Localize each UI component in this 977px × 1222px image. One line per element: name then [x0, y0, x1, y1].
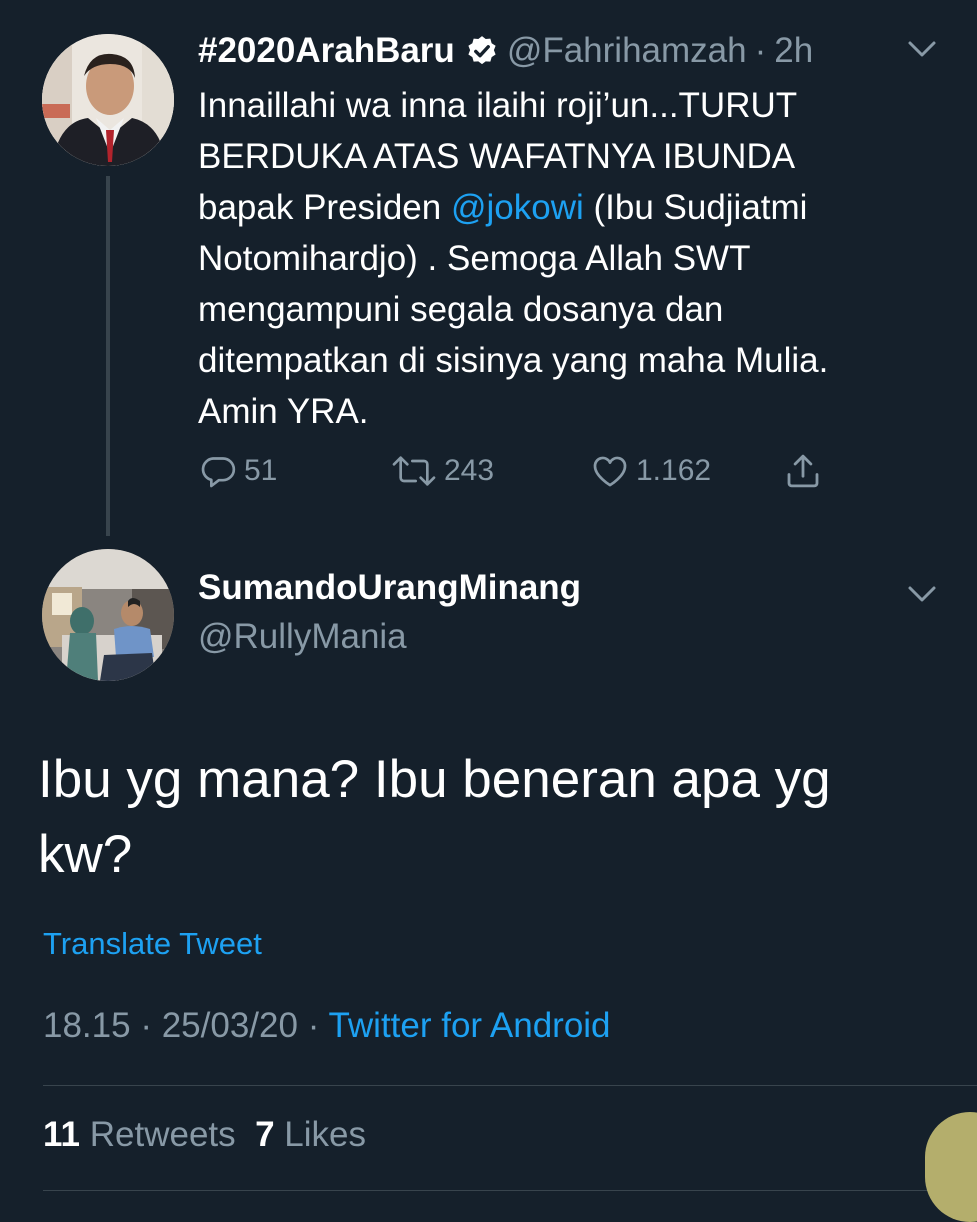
translate-tweet-link[interactable]: Translate Tweet: [43, 926, 262, 962]
retweet-count: 243: [444, 454, 495, 487]
reply-author-handle[interactable]: @RullyMania: [198, 617, 407, 657]
retweets-label: Retweets: [89, 1115, 236, 1154]
thread-connector-line: [106, 176, 110, 536]
tweet-source-link[interactable]: Twitter for Android: [328, 1006, 610, 1045]
divider: [43, 1190, 977, 1191]
verified-badge-icon: [465, 34, 499, 68]
parent-tweet-text: Innaillahi wa inna ilaihi roji’un...TURU…: [198, 80, 938, 437]
retweet-total: 11: [43, 1115, 80, 1154]
likes-stat[interactable]: 7 Likes: [255, 1115, 366, 1154]
author-handle[interactable]: @Fahrihamzah: [507, 31, 747, 71]
retweet-icon: [390, 451, 438, 491]
tweet-text-line: BERDUKA ATAS WAFATNYA IBUNDA: [198, 137, 796, 176]
engagement-stats: 11 Retweets 7 Likes: [43, 1115, 366, 1155]
retweets-stat[interactable]: 11 Retweets: [43, 1115, 236, 1154]
header-separator: ·: [754, 31, 767, 70]
tweet-text-line: ditempatkan di sisinya yang maha Mulia.: [198, 341, 829, 380]
like-count: 1.162: [636, 454, 712, 487]
tweet-text-line: Notomihardjo) . Semoga Allah SWT: [198, 239, 751, 278]
meta-separator: ·: [140, 1006, 152, 1045]
parent-tweet-header: #2020ArahBaru @Fahrihamzah · 2h: [198, 26, 813, 76]
author-avatar[interactable]: [42, 34, 174, 166]
like-total: 7: [255, 1115, 275, 1154]
share-button[interactable]: [782, 446, 824, 496]
reply-tweet-text: Ibu yg mana? Ibu beneran apa yg kw?: [38, 742, 958, 892]
tweet-text-line: Innaillahi wa inna ilaihi roji’un...TURU…: [198, 86, 798, 125]
reply-author-display-name[interactable]: SumandoUrangMinang: [198, 568, 581, 608]
reply-author-avatar[interactable]: [42, 549, 174, 681]
tweet-action-bar: 51 243 1.162: [198, 446, 838, 496]
meta-separator: ·: [307, 1006, 320, 1045]
author-display-name[interactable]: #2020ArahBaru: [198, 31, 455, 71]
retweet-button[interactable]: 243: [390, 446, 494, 496]
chevron-down-icon[interactable]: [905, 577, 939, 611]
likes-label: Likes: [284, 1115, 367, 1154]
tweet-text-line: kw?: [38, 825, 133, 884]
tweet-text-line: mengampuni segala dosanya dan: [198, 290, 724, 329]
chevron-down-icon[interactable]: [905, 32, 939, 66]
mention-link[interactable]: @jokowi: [451, 188, 584, 227]
reply-button[interactable]: 51: [198, 446, 277, 496]
tweet-text-line: Amin YRA.: [198, 392, 369, 431]
share-icon: [782, 450, 824, 492]
like-icon: [590, 451, 630, 491]
tweet-text-line: bapak Presiden @jokowi (Ibu Sudjiatmi: [198, 188, 808, 227]
partial-floating-avatar: [925, 1112, 977, 1222]
tweet-metadata: 18.15 · 25/03/20 · Twitter for Android: [43, 1006, 611, 1046]
reply-count: 51: [244, 454, 278, 487]
tweet-date: 25/03/20: [161, 1006, 298, 1045]
tweet-text-line: Ibu yg mana? Ibu beneran apa yg: [38, 750, 831, 809]
divider: [43, 1085, 977, 1086]
tweet-time[interactable]: 2h: [774, 31, 813, 71]
reply-icon: [198, 451, 238, 491]
tweet-timestamp: 18.15: [43, 1006, 131, 1045]
like-button[interactable]: 1.162: [590, 446, 711, 496]
